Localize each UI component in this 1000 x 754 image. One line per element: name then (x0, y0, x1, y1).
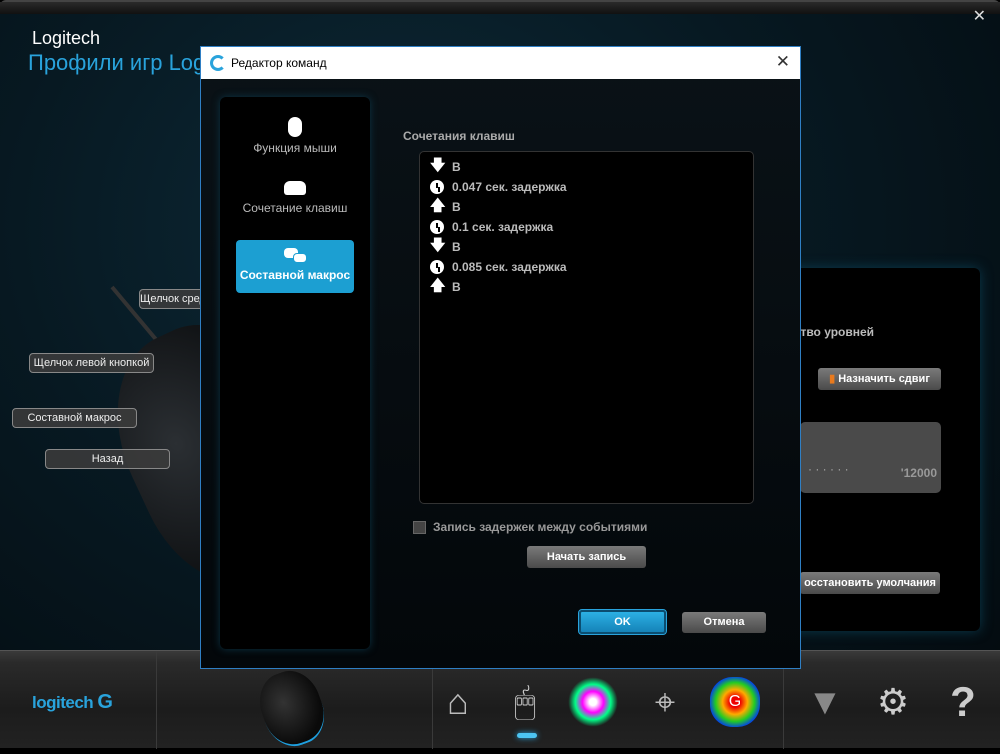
record-delays-checkbox[interactable] (413, 521, 426, 534)
event-row[interactable]: 🡅 B (430, 277, 461, 297)
mode-label: Функция мыши (253, 141, 337, 155)
mode-label: Сочетание клавиш (242, 201, 348, 215)
ok-button[interactable]: OK (578, 609, 667, 635)
app-close-button[interactable]: ✕ (973, 6, 986, 26)
event-row[interactable]: 🡇 B (430, 237, 461, 257)
button-label-macro[interactable]: Составной макрос (12, 408, 137, 428)
gear-icon[interactable]: ⚙ (868, 677, 918, 727)
arx-wolf-icon[interactable]: ▼ (800, 677, 850, 727)
pointer-settings-icon[interactable]: ⌖ (640, 677, 690, 727)
dpi-ticks: · · · · · · (808, 462, 849, 476)
shift-marker-icon: ▮ (829, 373, 839, 385)
dpi-value: '12000 (900, 466, 937, 480)
mode-label: Составной макрос (239, 268, 351, 282)
key-icon (284, 181, 306, 195)
clock-icon (430, 260, 444, 274)
event-row[interactable]: 🡅 B (430, 197, 461, 217)
home-icon[interactable]: ⌂ (433, 677, 483, 727)
divider (156, 651, 157, 749)
dialog-title: Редактор команд (231, 56, 327, 70)
dpi-slider[interactable]: · · · · · · '12000 (800, 422, 941, 493)
key-down-arrow-icon: 🡇 (430, 156, 446, 174)
key-down-arrow-icon: 🡇 (430, 236, 446, 254)
dialog-close-button[interactable]: ✕ (776, 52, 790, 72)
key-up-arrow-icon: 🡅 (430, 276, 446, 294)
heatmap-icon[interactable]: G (710, 677, 760, 727)
dpi-panel: нество уровней ▮ Назначить сдвиг · · · ·… (780, 268, 980, 631)
clock-icon (430, 220, 444, 234)
mode-mouse-function[interactable]: Функция мыши (236, 117, 354, 155)
assign-shift-button[interactable]: ▮ Назначить сдвиг (818, 368, 941, 390)
button-label-back[interactable]: Назад (45, 449, 170, 469)
help-icon[interactable]: ? (938, 677, 988, 727)
assign-shift-label: Назначить сдвиг (838, 373, 930, 385)
active-indicator (517, 733, 537, 738)
title-bar (0, 2, 1000, 14)
key-up-arrow-icon: 🡅 (430, 196, 446, 214)
logitech-g-icon (210, 55, 226, 71)
button-label-middle[interactable]: Щелчок средней кнопкой (139, 289, 209, 309)
device-mouse-image[interactable] (250, 663, 334, 754)
lighting-icon[interactable] (568, 677, 618, 727)
start-recording-button[interactable]: Начать запись (527, 546, 646, 568)
cancel-button[interactable]: Отмена (682, 612, 766, 633)
mouse-icon (288, 117, 302, 137)
brand-label: Logitech (32, 28, 101, 48)
restore-defaults-button[interactable]: осстановить умолчания (800, 572, 940, 594)
mode-panel: Функция мыши Сочетание клавиш Составной … (220, 97, 370, 649)
mode-multikey-macro[interactable]: Составной макрос (236, 240, 354, 293)
clock-icon (430, 180, 444, 194)
logitech-logo: logitech G (32, 691, 113, 713)
dialog-title-bar: Редактор команд ✕ (201, 47, 800, 79)
keys-icon (284, 248, 307, 263)
mouse-memory-icon[interactable]: 🖱 (500, 677, 550, 727)
button-label-left[interactable]: Щелчок левой кнопкой (29, 353, 154, 373)
section-label: Сочетания клавиш (403, 129, 515, 143)
command-editor-dialog: Редактор команд ✕ Функция мыши Сочетание… (200, 46, 801, 669)
macro-event-list[interactable]: 🡇 B 0.047 сек. задержка 🡅 B 0.1 сек. задер… (419, 151, 754, 504)
mode-key-combo[interactable]: Сочетание клавиш (236, 181, 354, 215)
event-row[interactable]: 🡇 B (430, 157, 461, 177)
record-delays-label: Запись задержек между событиями (433, 520, 648, 534)
